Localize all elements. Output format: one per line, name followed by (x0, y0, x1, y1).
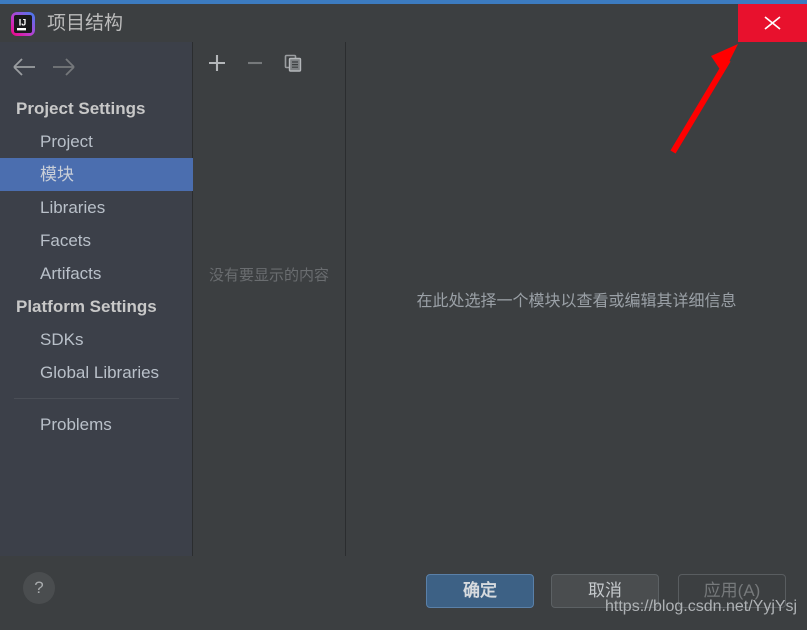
help-button[interactable]: ? (23, 572, 55, 604)
sidebar-item-artifacts[interactable]: Artifacts (0, 257, 193, 290)
intellij-idea-logo-icon: IJ (10, 11, 36, 37)
svg-text:IJ: IJ (19, 18, 27, 28)
plus-icon[interactable] (204, 50, 230, 76)
ok-button[interactable]: 确定 (426, 574, 534, 608)
apply-button: 应用(A) (678, 574, 786, 608)
close-button[interactable] (738, 4, 807, 42)
sidebar-item-global-libraries[interactable]: Global Libraries (0, 356, 193, 389)
settings-nav-list: Project Settings Project 模块 Libraries Fa… (0, 92, 193, 441)
arrow-left-icon[interactable] (10, 54, 40, 80)
dialog-footer: ? 确定 取消 应用(A) (0, 556, 807, 625)
settings-sidebar: Project Settings Project 模块 Libraries Fa… (0, 42, 193, 556)
arrow-right-icon[interactable] (48, 54, 78, 80)
sidebar-item-problems[interactable]: Problems (0, 408, 193, 441)
module-detail-placeholder: 在此处选择一个模块以查看或编辑其详细信息 (416, 293, 737, 310)
cancel-button[interactable]: 取消 (551, 574, 659, 608)
title-bar: IJ 项目结构 (0, 4, 807, 42)
sidebar-item-project[interactable]: Project (0, 125, 193, 158)
sidebar-item-facets[interactable]: Facets (0, 224, 193, 257)
sidebar-group-project-settings: Project Settings (16, 99, 146, 118)
sidebar-navigation (0, 50, 193, 84)
modules-list-panel: 没有要显示的内容 (193, 42, 346, 556)
sidebar-item-sdks[interactable]: SDKs (0, 323, 193, 356)
module-detail-panel: 在此处选择一个模块以查看或编辑其详细信息 (346, 42, 807, 556)
copy-icon[interactable] (280, 50, 306, 76)
sidebar-group-platform-settings: Platform Settings (16, 297, 157, 316)
sidebar-item-modules[interactable]: 模块 (0, 158, 193, 191)
sidebar-item-libraries[interactable]: Libraries (0, 191, 193, 224)
sidebar-divider (14, 398, 179, 399)
minus-icon[interactable] (242, 50, 268, 76)
modules-empty-text: 没有要显示的内容 (208, 267, 329, 284)
window-title: 项目结构 (47, 13, 124, 34)
dialog-content: Project Settings Project 模块 Libraries Fa… (0, 42, 807, 556)
modules-toolbar (193, 42, 345, 84)
